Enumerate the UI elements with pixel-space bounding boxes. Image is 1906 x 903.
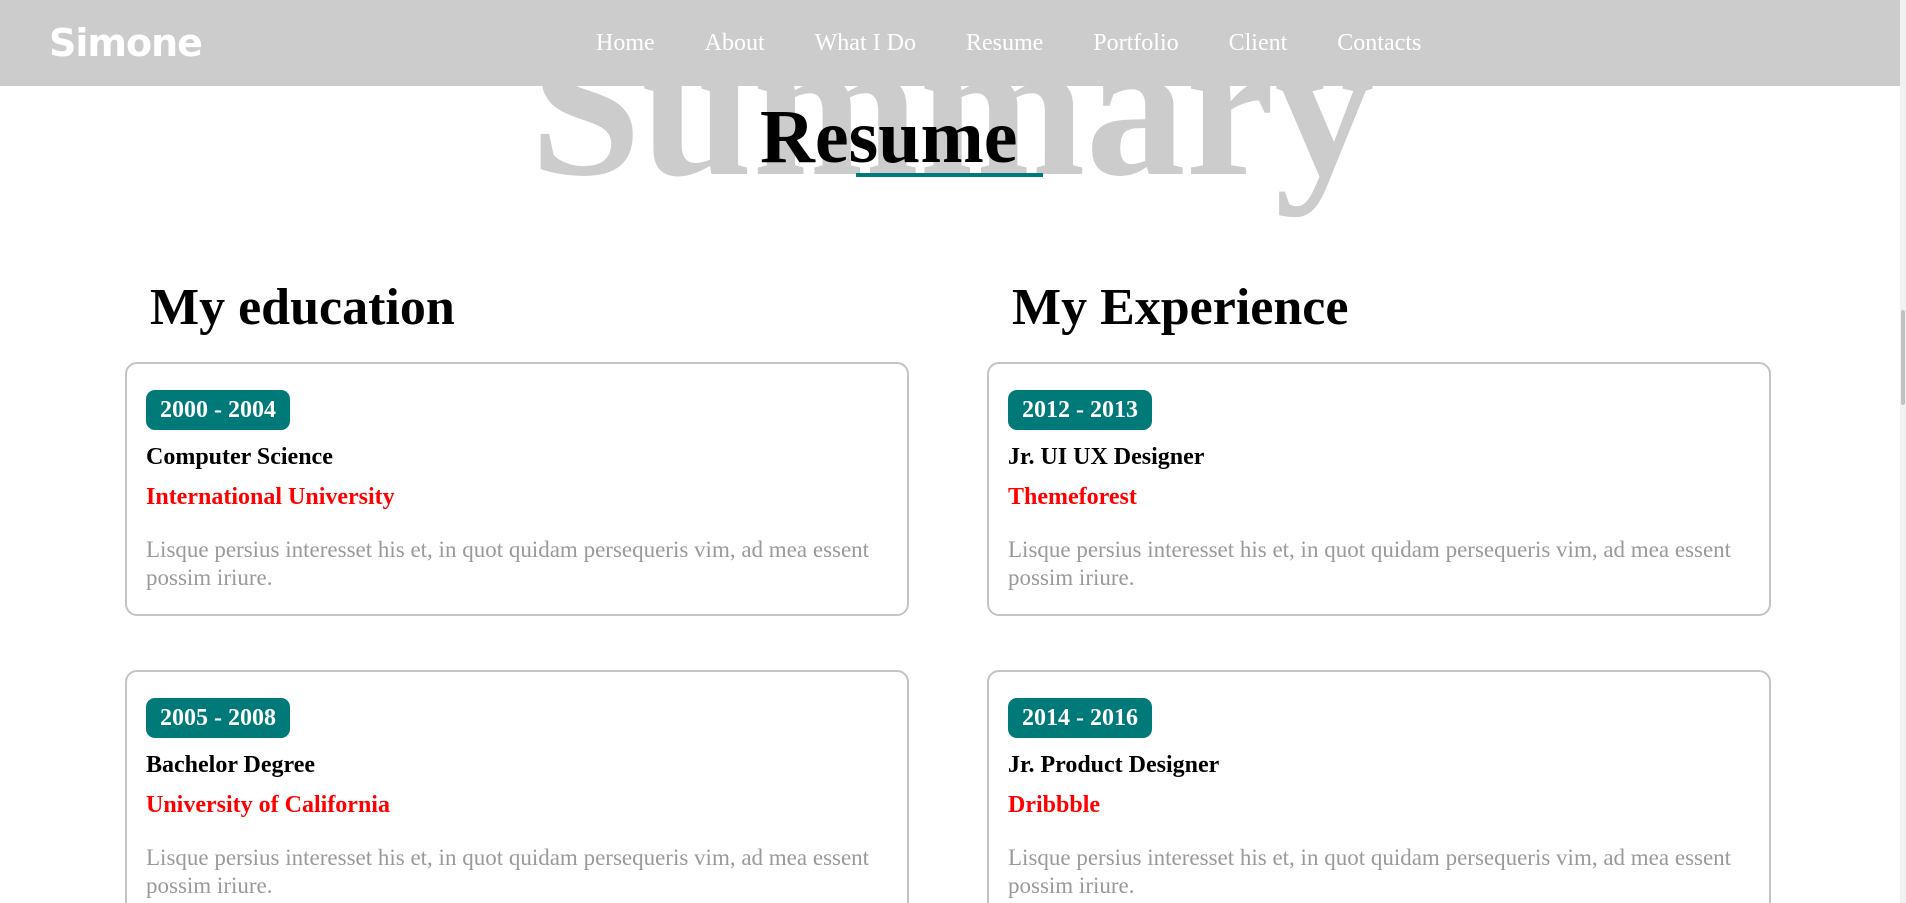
card-title: Computer Science [146, 444, 333, 470]
card-organization: Themeforest [1008, 484, 1137, 510]
nav-link-about[interactable]: About [705, 28, 765, 58]
nav-link-contacts[interactable]: Contacts [1337, 28, 1421, 58]
education-card: 2000 - 2004 Computer Science Internation… [125, 362, 909, 616]
scrollbar-thumb[interactable] [1901, 310, 1905, 405]
experience-card: 2014 - 2016 Jr. Product Designer Dribbbl… [987, 670, 1771, 903]
nav-link-what-i-do[interactable]: What I Do [815, 28, 916, 58]
title-underline [856, 173, 1043, 177]
nav-link-portfolio[interactable]: Portfolio [1093, 28, 1178, 58]
card-title: Jr. Product Designer [1008, 752, 1220, 778]
education-heading: My education [150, 279, 455, 336]
logo[interactable]: Simone [49, 20, 203, 66]
card-organization: International University [146, 484, 395, 510]
navbar: Simone Home About What I Do Resume Portf… [0, 0, 1900, 86]
card-description: Lisque persius interesset his et, in quo… [1008, 537, 1732, 590]
card-description: Lisque persius interesset his et, in quo… [146, 845, 870, 898]
card-description: Lisque persius interesset his et, in quo… [146, 537, 870, 590]
section-title: Resume [760, 95, 1018, 179]
years-badge: 2014 - 2016 [1008, 698, 1152, 738]
nav-link-client[interactable]: Client [1229, 28, 1288, 58]
experience-card: 2012 - 2013 Jr. UI UX Designer Themefore… [987, 362, 1771, 616]
card-description: Lisque persius interesset his et, in quo… [1008, 845, 1732, 898]
card-organization: University of California [146, 792, 390, 818]
years-badge: 2005 - 2008 [146, 698, 290, 738]
nav-link-resume[interactable]: Resume [966, 28, 1043, 58]
education-card: 2005 - 2008 Bachelor Degree University o… [125, 670, 909, 903]
page-scrollbar[interactable] [1900, 0, 1906, 903]
card-title: Jr. UI UX Designer [1008, 444, 1205, 470]
card-title: Bachelor Degree [146, 752, 316, 778]
nav-menu: Home About What I Do Resume Portfolio Cl… [596, 28, 1421, 58]
years-badge: 2012 - 2013 [1008, 390, 1152, 430]
card-organization: Dribbble [1008, 792, 1101, 818]
experience-heading: My Experience [1012, 279, 1349, 336]
years-badge: 2000 - 2004 [146, 390, 290, 430]
nav-link-home[interactable]: Home [596, 28, 655, 58]
